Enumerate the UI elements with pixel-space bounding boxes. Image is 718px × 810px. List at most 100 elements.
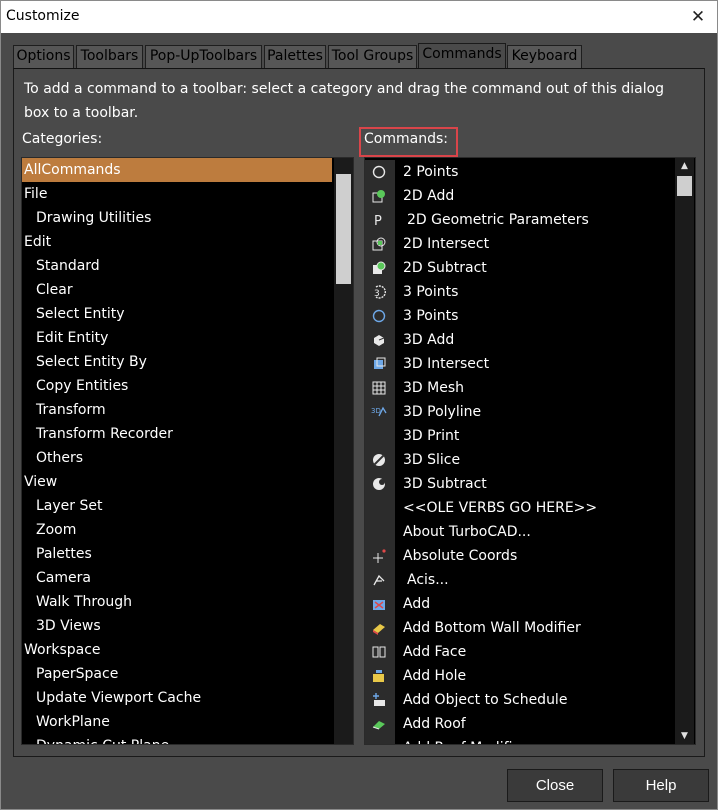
categories-label: Categories: xyxy=(22,131,103,147)
svg-text:3D: 3D xyxy=(371,407,381,415)
category-item[interactable]: Layer Set xyxy=(22,494,332,518)
command-label: 2D Geometric Parameters xyxy=(407,212,589,228)
tab-palettes[interactable]: Palettes xyxy=(264,45,326,69)
command-label: 3D Intersect xyxy=(403,356,490,372)
3d-intersect-icon xyxy=(365,352,395,376)
category-item[interactable]: Update Viewport Cache xyxy=(22,686,332,710)
close-icon[interactable]: ✕ xyxy=(685,4,711,30)
tab-options[interactable]: Options xyxy=(13,45,74,69)
command-label: 3D Polyline xyxy=(403,404,482,420)
command-label: 3D Print xyxy=(403,428,460,444)
blank-icon xyxy=(365,496,395,520)
command-item[interactable]: 3D 3D Polyline xyxy=(365,400,673,424)
category-item[interactable]: Workspace xyxy=(22,638,332,662)
command-item[interactable]: Add Bottom Wall Modifier xyxy=(365,616,673,640)
roof-modifier-icon xyxy=(365,736,395,744)
command-item[interactable]: Add Face xyxy=(365,640,673,664)
tab-toolbars[interactable]: Toolbars xyxy=(76,45,143,69)
category-item[interactable]: Select Entity By xyxy=(22,350,332,374)
commands-label-highlight xyxy=(359,127,458,157)
command-item[interactable]: P 2D Geometric Parameters xyxy=(365,208,673,232)
tab-commands[interactable]: Commands xyxy=(418,43,506,68)
command-item[interactable]: 3D Slice xyxy=(365,448,673,472)
command-item[interactable]: <<OLE VERBS GO HERE>> xyxy=(365,496,673,520)
scroll-thumb[interactable] xyxy=(336,174,351,284)
command-label: Add Roof xyxy=(403,716,466,732)
command-label: Add Roof Modifier xyxy=(403,736,527,744)
command-item[interactable]: Add Roof Modifier xyxy=(365,736,673,744)
dialog-client-area: Options Toolbars Pop-UpToolbars Palettes… xyxy=(1,33,717,809)
command-item[interactable]: Acis... xyxy=(365,568,673,592)
category-item[interactable]: Select Entity xyxy=(22,302,332,326)
command-label: 3D Subtract xyxy=(403,476,487,492)
categories-scrollbar[interactable] xyxy=(334,158,353,744)
circle-3-points-icon xyxy=(365,304,395,328)
category-item[interactable]: Camera xyxy=(22,566,332,590)
scroll-thumb[interactable] xyxy=(677,176,692,196)
category-item[interactable]: Palettes xyxy=(22,542,332,566)
tab-tool-groups[interactable]: Tool Groups xyxy=(328,45,417,69)
command-item[interactable]: 3D Mesh xyxy=(365,376,673,400)
category-item[interactable]: Transform xyxy=(22,398,332,422)
command-label: 3 Points xyxy=(403,284,459,300)
command-label: Absolute Coords xyxy=(403,548,518,564)
command-item[interactable]: 3D Subtract xyxy=(365,472,673,496)
commands-scrollbar[interactable]: ▲ ▼ xyxy=(675,158,694,744)
command-item[interactable]: 3 Points xyxy=(365,304,673,328)
command-item[interactable]: 3D Print xyxy=(365,424,673,448)
tab-keyboard[interactable]: Keyboard xyxy=(507,45,582,69)
command-item[interactable]: 3D Add xyxy=(365,328,673,352)
command-item[interactable]: 2D Add xyxy=(365,184,673,208)
category-item[interactable]: PaperSpace xyxy=(22,662,332,686)
category-item[interactable]: Edit xyxy=(22,230,332,254)
command-item[interactable]: 2 Points xyxy=(365,160,673,184)
commands-list[interactable]: 2 Points 2D Add P 2D Geometric Parameters 2D… xyxy=(364,157,696,745)
command-item[interactable]: Add xyxy=(365,592,673,616)
blank-icon xyxy=(365,520,395,544)
category-item[interactable]: Copy Entities xyxy=(22,374,332,398)
command-item[interactable]: Absolute Coords xyxy=(365,544,673,568)
category-item[interactable]: WorkPlane xyxy=(22,710,332,734)
category-item[interactable]: Transform Recorder xyxy=(22,422,332,446)
scroll-up-arrow-icon[interactable]: ▲ xyxy=(675,158,694,175)
command-item[interactable]: 2D Intersect xyxy=(365,232,673,256)
category-item[interactable]: 3D Views xyxy=(22,614,332,638)
2d-intersect-icon xyxy=(365,232,395,256)
command-label: 2 Points xyxy=(403,164,459,180)
command-label: Add Hole xyxy=(403,668,467,684)
close-button[interactable]: Close xyxy=(507,769,603,802)
category-item[interactable]: File xyxy=(22,182,332,206)
category-item[interactable]: Dynamic Cut Plane xyxy=(22,734,332,744)
command-item[interactable]: Add Roof xyxy=(365,712,673,736)
parameter-p-icon: P xyxy=(365,208,395,232)
category-item[interactable]: View xyxy=(22,470,332,494)
command-item[interactable]: About TurboCAD... xyxy=(365,520,673,544)
3d-polyline-icon: 3D xyxy=(365,400,395,424)
command-item[interactable]: 2D Subtract xyxy=(365,256,673,280)
category-item[interactable]: Zoom xyxy=(22,518,332,542)
tab-popup-toolbars[interactable]: Pop-UpToolbars xyxy=(145,45,262,69)
category-item[interactable]: Walk Through xyxy=(22,590,332,614)
instructions-text: To add a command to a toolbar: select a … xyxy=(24,81,665,121)
help-button[interactable]: Help xyxy=(613,769,709,802)
category-item[interactable]: Others xyxy=(22,446,332,470)
category-item[interactable]: Edit Entity xyxy=(22,326,332,350)
category-item[interactable]: Drawing Utilities xyxy=(22,206,332,230)
command-label: Add Object to Schedule xyxy=(403,692,568,708)
command-item[interactable]: Add Hole xyxy=(365,664,673,688)
category-item[interactable]: AllCommands xyxy=(22,158,332,182)
categories-list[interactable]: AllCommands File Drawing Utilities Edit Stan… xyxy=(21,157,354,745)
command-item[interactable]: Add Object to Schedule xyxy=(365,688,673,712)
category-item[interactable]: Standard xyxy=(22,254,332,278)
category-item[interactable]: Clear xyxy=(22,278,332,302)
2d-add-icon xyxy=(365,184,395,208)
svg-text:3: 3 xyxy=(374,289,380,299)
title-bar[interactable]: Customize ✕ xyxy=(1,1,717,33)
scroll-down-arrow-icon[interactable]: ▼ xyxy=(675,728,694,744)
command-label: About TurboCAD... xyxy=(403,524,531,540)
add-schedule-icon xyxy=(365,688,395,712)
command-item[interactable]: 3 3 Points xyxy=(365,280,673,304)
command-label: 3 Points xyxy=(403,308,459,324)
command-item[interactable]: 3D Intersect xyxy=(365,352,673,376)
absolute-coords-icon xyxy=(365,544,395,568)
